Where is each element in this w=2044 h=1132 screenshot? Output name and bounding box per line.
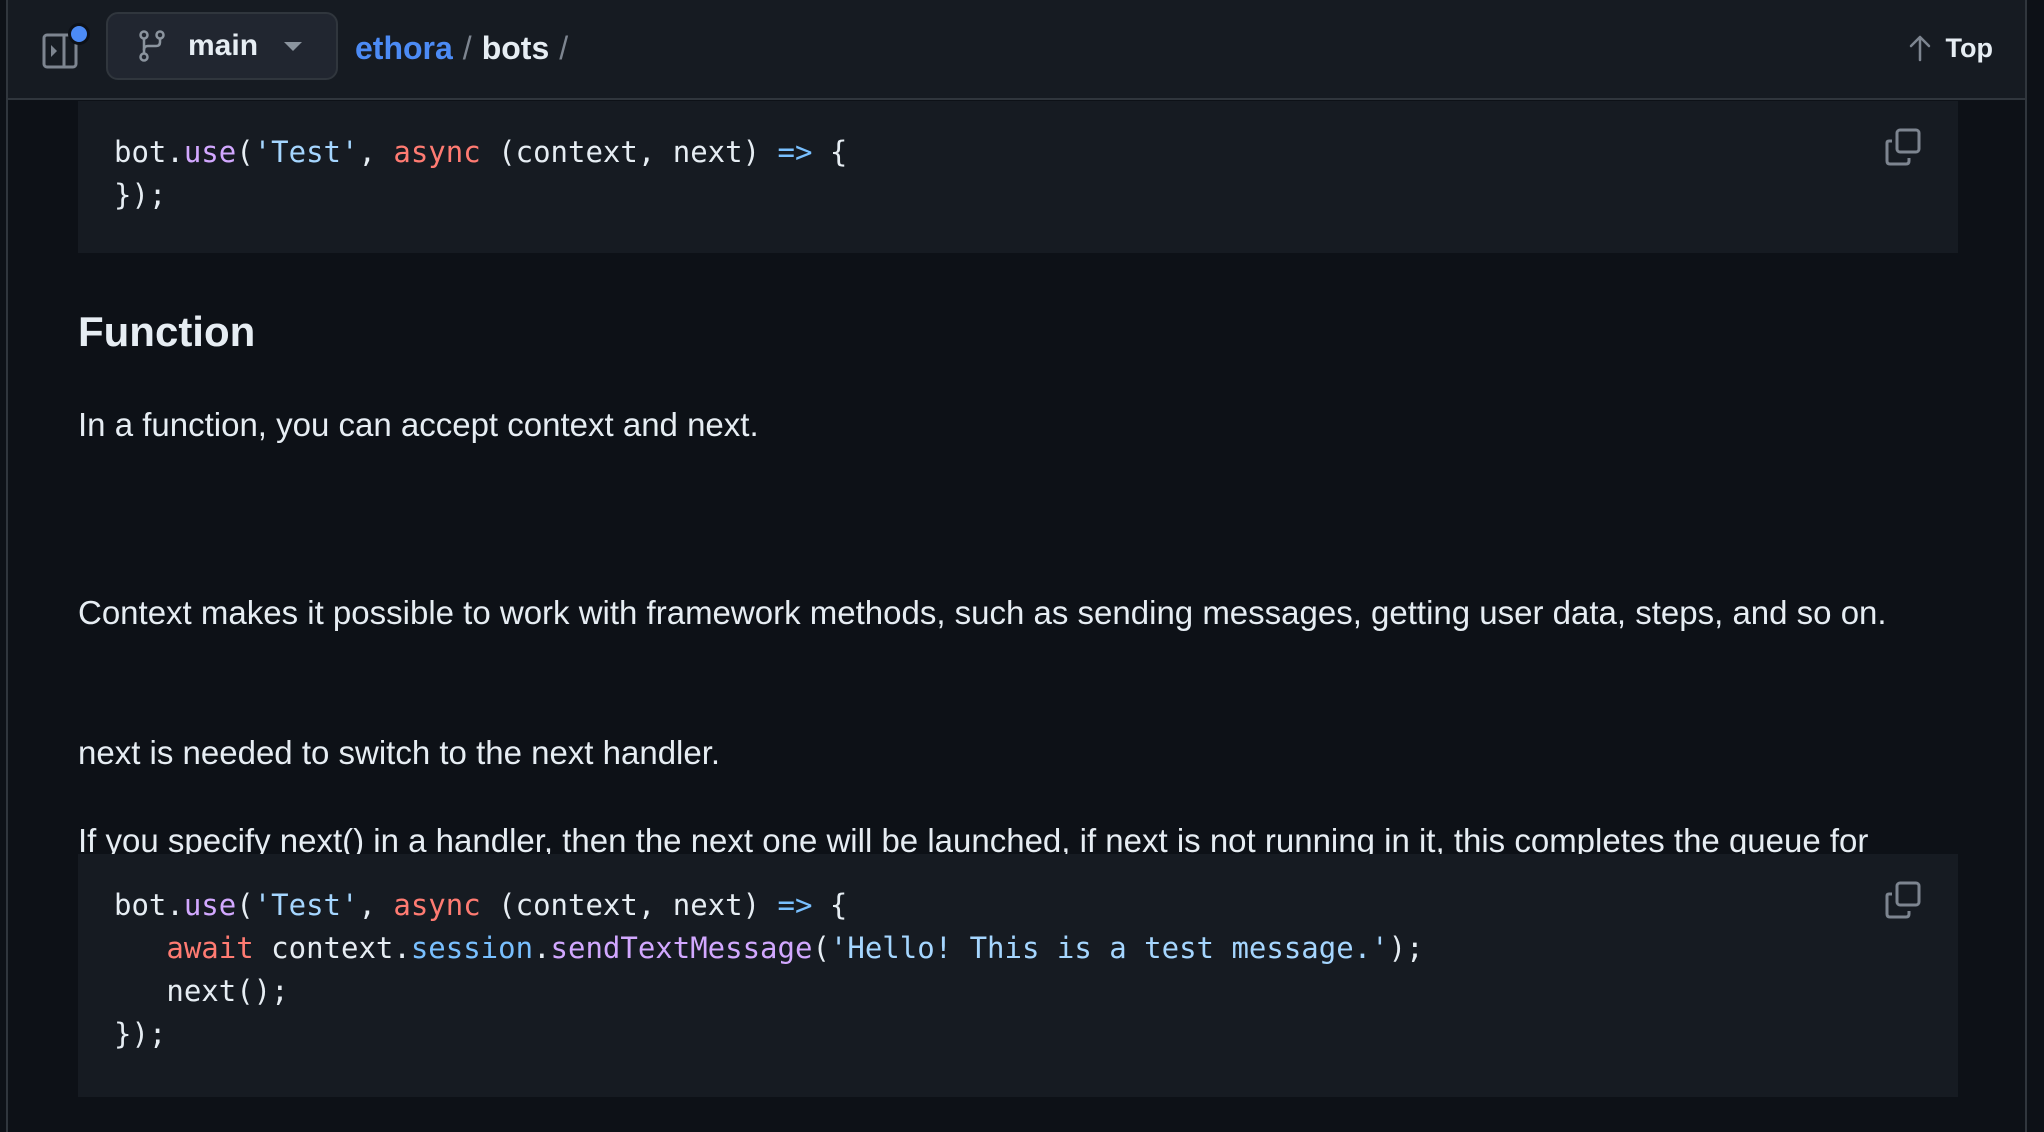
code-keyword-token: async bbox=[393, 135, 481, 169]
page-frame: main ethora / bots / Top bot.use('Test',… bbox=[6, 0, 2027, 1132]
code-content: bot.use('Test', async (context, next) =>… bbox=[78, 101, 1958, 217]
code-line: bot.use('Test', async (context, next) =>… bbox=[114, 888, 847, 922]
code-keyword-token: await bbox=[166, 931, 254, 965]
code-string-token: 'Test' bbox=[253, 135, 359, 169]
sidebar-toggle-button[interactable] bbox=[42, 23, 90, 70]
code-lines: bot.use('Test', async (context, next) =>… bbox=[114, 135, 847, 212]
code-line: }); bbox=[114, 1017, 166, 1051]
code-token: next(); bbox=[114, 974, 289, 1008]
arrow-up-icon bbox=[1909, 35, 1930, 62]
branch-selector-button[interactable]: main bbox=[106, 12, 338, 80]
breadcrumb-separator: / bbox=[559, 29, 569, 66]
code-line: bot.use('Test', async (context, next) =>… bbox=[114, 135, 847, 169]
breadcrumb-repo-link[interactable]: ethora bbox=[355, 30, 453, 67]
paragraph: next is needed to switch to the next han… bbox=[78, 734, 721, 771]
code-operator-token: => bbox=[777, 135, 813, 169]
code-string-token: 'Test' bbox=[253, 888, 359, 922]
code-token: ); bbox=[1388, 931, 1424, 965]
code-token: bot. bbox=[114, 888, 184, 922]
section-heading: Function bbox=[78, 308, 256, 355]
breadcrumb-current-folder: bots bbox=[481, 29, 550, 66]
code-token: { bbox=[812, 888, 848, 922]
code-keyword-token: async bbox=[393, 888, 481, 922]
code-string-token: 'Hello! This is a test message.' bbox=[829, 931, 1389, 965]
breadcrumb: ethora / bots / bbox=[355, 26, 578, 70]
file-header: main ethora / bots / Top bbox=[8, 0, 2025, 100]
code-token: }); bbox=[114, 1017, 167, 1051]
code-token: ( bbox=[236, 888, 254, 922]
code-lines: bot.use('Test', async (context, next) =>… bbox=[114, 888, 1424, 1051]
code-token: (context, next) bbox=[480, 888, 778, 922]
code-block: bot.use('Test', async (context, next) =>… bbox=[78, 101, 1958, 253]
breadcrumb-separator: / bbox=[462, 29, 472, 66]
code-function-token: sendTextMessage bbox=[550, 931, 813, 965]
code-token: (context, next) bbox=[480, 135, 778, 169]
paragraph: Context makes it possible to work with f… bbox=[78, 594, 1887, 631]
code-token: ( bbox=[236, 135, 254, 169]
code-token: bot. bbox=[114, 135, 184, 169]
code-token: . bbox=[533, 931, 551, 965]
copy-button[interactable] bbox=[1884, 127, 1924, 167]
caret-down-icon bbox=[284, 41, 303, 51]
code-line: await context.session.sendTextMessage('H… bbox=[114, 931, 1424, 965]
code-token: , bbox=[358, 135, 394, 169]
code-line: next(); bbox=[114, 974, 289, 1008]
top-label: Top bbox=[1945, 32, 1993, 63]
notification-dot bbox=[68, 23, 90, 45]
code-function-token: use bbox=[183, 888, 237, 922]
code-token: { bbox=[812, 135, 848, 169]
back-to-top-button[interactable]: Top bbox=[1908, 26, 1993, 70]
copy-icon bbox=[1885, 881, 1921, 919]
code-property-token: session bbox=[410, 931, 534, 965]
branch-name: main bbox=[188, 29, 259, 62]
code-content: bot.use('Test', async (context, next) =>… bbox=[78, 854, 1958, 1056]
copy-button[interactable] bbox=[1884, 880, 1924, 920]
code-line: }); bbox=[114, 178, 166, 212]
code-token: , bbox=[358, 888, 394, 922]
copy-icon bbox=[1885, 128, 1921, 166]
code-token: }); bbox=[114, 178, 167, 212]
paragraph: In a function, you can accept context an… bbox=[78, 406, 759, 443]
code-function-token: use bbox=[183, 135, 237, 169]
code-token: ( bbox=[812, 931, 830, 965]
code-token: context. bbox=[253, 931, 411, 965]
code-operator-token: => bbox=[777, 888, 813, 922]
code-block: bot.use('Test', async (context, next) =>… bbox=[78, 854, 1958, 1097]
git-branch-icon bbox=[139, 30, 165, 62]
